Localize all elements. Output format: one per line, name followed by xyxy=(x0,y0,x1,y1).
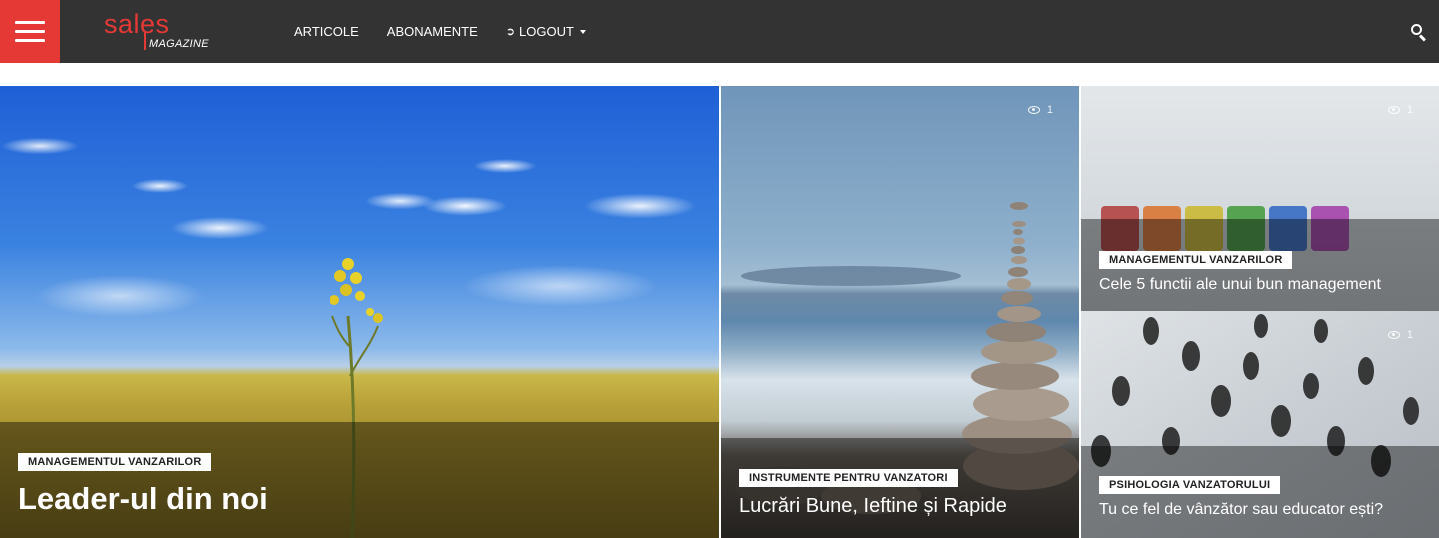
article-title[interactable]: Leader-ul din noi xyxy=(18,481,268,517)
logout-icon: ➲ xyxy=(505,26,516,38)
top-navbar: sales MAGAZINE ARTICOLE ABONAMENTE ➲ LOG… xyxy=(0,0,1439,63)
category-badge[interactable]: MANAGEMENTUL VANZARILOR xyxy=(18,453,212,471)
nav-item-logout[interactable]: ➲ LOGOUT xyxy=(492,24,600,39)
article-title[interactable]: Lucrări Bune, Ieftine și Rapide xyxy=(739,495,1007,518)
article-card[interactable]: 1 INSTRUMENTE PENTRU VANZATORI Lucrări B… xyxy=(721,86,1079,538)
caption-overlay xyxy=(721,438,1079,538)
caret-down-icon xyxy=(579,29,586,34)
nav-item-abonamente[interactable]: ABONAMENTE xyxy=(373,24,492,39)
featured-article-card[interactable]: MANAGEMENTUL VANZARILOR Leader-ul din no… xyxy=(0,86,719,538)
logo-divider xyxy=(144,32,146,50)
eye-icon xyxy=(1027,106,1040,114)
article-card[interactable]: 1 MANAGEMENTUL VANZARILOR Cele 5 functii… xyxy=(1081,86,1439,311)
category-badge[interactable]: PSIHOLOGIA VANZATORULUI xyxy=(1099,476,1281,494)
search-icon[interactable] xyxy=(1411,24,1427,42)
article-title[interactable]: Tu ce fel de vânzător sau educator ești? xyxy=(1099,501,1383,519)
hamburger-icon xyxy=(15,20,45,43)
nav-item-articole[interactable]: ARTICOLE xyxy=(280,24,373,39)
category-badge[interactable]: MANAGEMENTUL VANZARILOR xyxy=(1099,251,1293,269)
article-card[interactable]: 1 PSIHOLOGIA VANZATORULUI Tu ce fel de v… xyxy=(1081,311,1439,538)
menu-button[interactable] xyxy=(0,0,60,63)
eye-icon xyxy=(1387,106,1400,114)
caption-overlay xyxy=(0,422,719,538)
category-badge[interactable]: INSTRUMENTE PENTRU VANZATORI xyxy=(739,469,958,487)
logo-word-sales: sales xyxy=(104,9,170,39)
logo-word-magazine: MAGAZINE xyxy=(149,38,209,50)
site-logo[interactable]: sales MAGAZINE xyxy=(104,9,224,52)
view-count: 1 xyxy=(1027,104,1053,116)
article-title[interactable]: Cele 5 functii ale unui bun management xyxy=(1099,276,1381,294)
eye-icon xyxy=(1387,331,1400,339)
view-count: 1 xyxy=(1387,104,1413,116)
main-nav: ARTICOLE ABONAMENTE ➲ LOGOUT xyxy=(280,0,600,63)
view-count: 1 xyxy=(1387,329,1413,341)
